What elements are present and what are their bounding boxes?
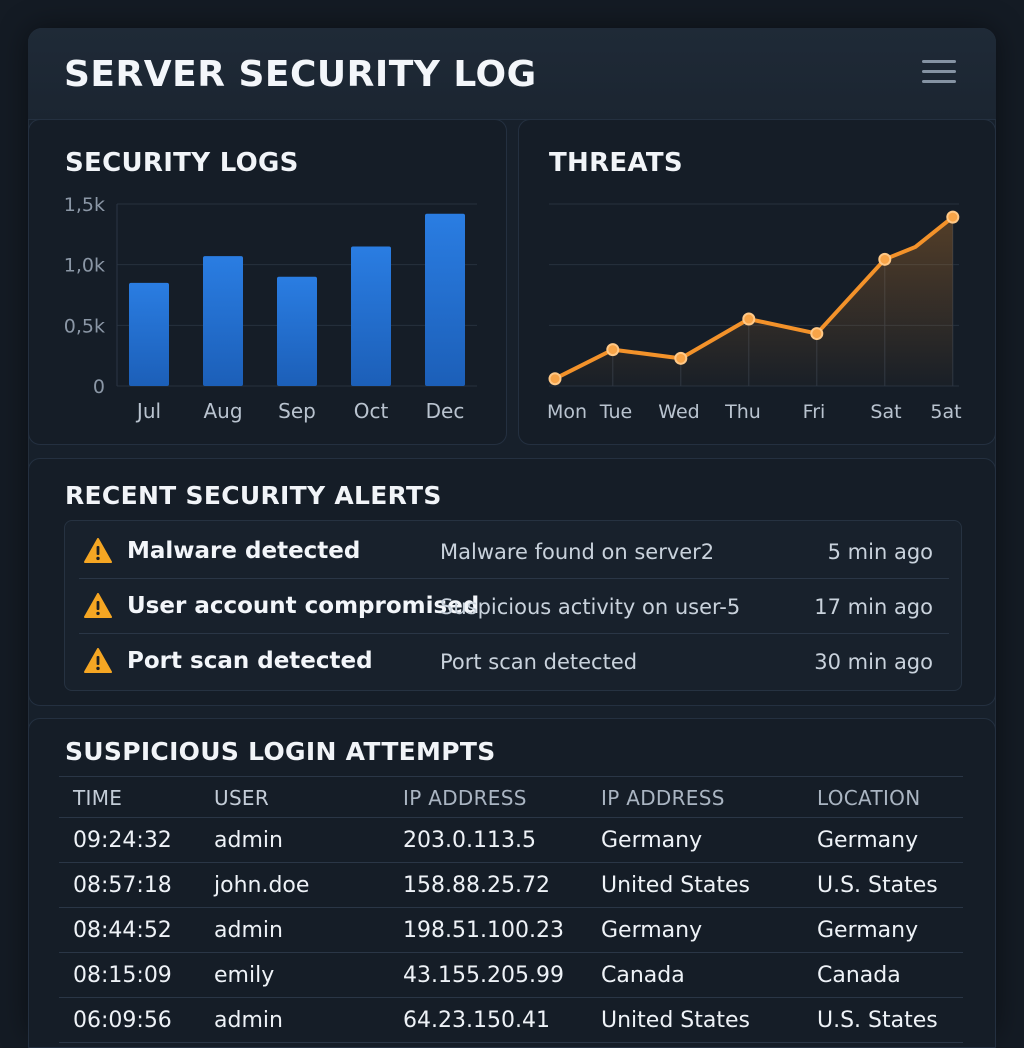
login-attempts-table: TIME USER IP ADDRESS IP ADDRESS LOCATION… (59, 776, 963, 1043)
cell-location: U.S. States (817, 873, 938, 898)
x-tick-label: Wed (658, 401, 699, 423)
data-point (810, 327, 824, 341)
x-tick-label: Fri (803, 401, 826, 423)
y-tick-label: 0,5k (64, 315, 105, 337)
cell-ip-address: 43.155.205.99 (403, 963, 564, 988)
alert-description: Malware found on server2 (440, 540, 715, 564)
hamburger-menu-icon[interactable] (922, 60, 956, 86)
alert-title: User account compromised (127, 593, 480, 619)
warning-triangle-icon (84, 538, 112, 563)
table-row[interactable]: 06:09:56 admin 64.23.150.41 United State… (59, 998, 963, 1043)
cell-ip-address: 198.51.100.23 (403, 918, 564, 943)
alert-title: Port scan detected (127, 648, 373, 674)
cell-country: Germany (601, 918, 703, 943)
x-tick-label: Mon (547, 401, 587, 423)
cell-user: admin (214, 918, 283, 943)
y-tick-label: 1,5k (64, 194, 105, 216)
x-tick-label: Aug (203, 399, 242, 423)
cell-country: Canada (601, 963, 685, 988)
cell-time: 08:15:09 (73, 963, 172, 988)
x-tick-label: Sep (278, 399, 316, 423)
data-point (742, 312, 756, 326)
cell-time: 06:09:56 (73, 1008, 172, 1033)
alert-item[interactable]: Malware detected Malware found on server… (79, 524, 949, 579)
cell-location: U.S. States (817, 1008, 938, 1033)
cell-time: 08:57:18 (73, 873, 172, 898)
data-point (606, 343, 620, 357)
cell-user: admin (214, 828, 283, 853)
bar (351, 246, 391, 386)
cell-ip-address: 158.88.25.72 (403, 873, 550, 898)
y-tick-label: 0 (93, 376, 105, 398)
data-point (946, 210, 960, 224)
recent-alerts-title: RECENT SECURITY ALERTS (65, 481, 442, 510)
column-header-user[interactable]: USER (214, 786, 269, 810)
table-header-row: TIME USER IP ADDRESS IP ADDRESS LOCATION (59, 776, 963, 818)
y-tick-label: 1,0k (64, 255, 105, 277)
x-tick-label: Thu (724, 401, 761, 423)
alert-time: 5 min ago (827, 540, 933, 564)
cell-user: emily (214, 963, 275, 988)
x-tick-label: Sat (870, 401, 901, 423)
threats-panel: THREATS Mon Tue Wed Thu Fri Sat 5at (518, 119, 996, 445)
x-tick-label: Oct (354, 399, 389, 423)
cell-user: john.doe (214, 873, 310, 898)
cell-country: Germany (601, 828, 703, 853)
header-bar: SERVER SECURITY LOG (28, 28, 996, 120)
bar (277, 276, 317, 386)
x-tick-label: Jul (135, 399, 161, 423)
cell-ip-address: 203.0.113.5 (403, 828, 536, 853)
x-tick-label: Tue (599, 401, 632, 423)
threats-line-chart: Mon Tue Wed Thu Fri Sat 5at (547, 203, 962, 423)
column-header-location[interactable]: LOCATION (817, 786, 920, 810)
alert-title: Malware detected (127, 538, 361, 564)
recent-alerts-panel: RECENT SECURITY ALERTS Malware detected … (28, 458, 996, 706)
page-title: SERVER SECURITY LOG (64, 54, 537, 95)
alerts-list: Malware detected Malware found on server… (64, 520, 962, 691)
x-tick-label: 5at (930, 401, 961, 423)
data-point (674, 351, 688, 365)
cell-time: 08:44:52 (73, 918, 172, 943)
cell-location: Germany (817, 918, 919, 943)
table-row[interactable]: 08:57:18 john.doe 158.88.25.72 United St… (59, 863, 963, 908)
cell-country: United States (601, 873, 750, 898)
alert-time: 17 min ago (814, 595, 933, 619)
suspicious-logins-panel: SUSPICIOUS LOGIN ATTEMPTS TIME USER IP A… (28, 718, 996, 1048)
warning-triangle-icon (84, 648, 112, 673)
bar (425, 213, 465, 386)
column-header-ip-address[interactable]: IP ADDRESS (403, 786, 527, 810)
column-header-ip-address-2[interactable]: IP ADDRESS (601, 786, 725, 810)
bar (129, 282, 169, 386)
cell-time: 09:24:32 (73, 828, 172, 853)
x-tick-label: Dec (426, 399, 465, 423)
alert-item[interactable]: User account compromised Suspicious acti… (79, 579, 949, 634)
security-logs-bar-chart: 1,5k 1,0k 0,5k 0 Jul Aug Sep Oct Dec (64, 194, 477, 423)
cell-user: admin (214, 1008, 283, 1033)
table-row[interactable]: 08:44:52 admin 198.51.100.23 Germany Ger… (59, 908, 963, 953)
cell-country: United States (601, 1008, 750, 1033)
security-logs-panel: SECURITY LOGS 1,5k 1,0k 0,5k 0 Jul Aug Sep Oct D… (28, 119, 507, 445)
alert-time: 30 min ago (814, 650, 933, 674)
table-row[interactable]: 09:24:32 admin 203.0.113.5 Germany Germa… (59, 818, 963, 863)
suspicious-logins-title: SUSPICIOUS LOGIN ATTEMPTS (65, 737, 496, 766)
alert-description: Port scan detected (440, 650, 638, 674)
cell-location: Canada (817, 963, 901, 988)
alert-description: Suspicious activity on user-5 (440, 595, 741, 619)
cell-location: Germany (817, 828, 919, 853)
bar (203, 256, 243, 386)
data-point (548, 372, 562, 386)
warning-triangle-icon (84, 593, 112, 618)
cell-ip-address: 64.23.150.41 (403, 1008, 550, 1033)
alert-item[interactable]: Port scan detected Port scan detected 30… (79, 634, 949, 689)
column-header-time[interactable]: TIME (73, 786, 122, 810)
data-point (878, 252, 892, 266)
table-row[interactable]: 08:15:09 emily 43.155.205.99 Canada Cana… (59, 953, 963, 998)
threats-area (555, 217, 953, 386)
